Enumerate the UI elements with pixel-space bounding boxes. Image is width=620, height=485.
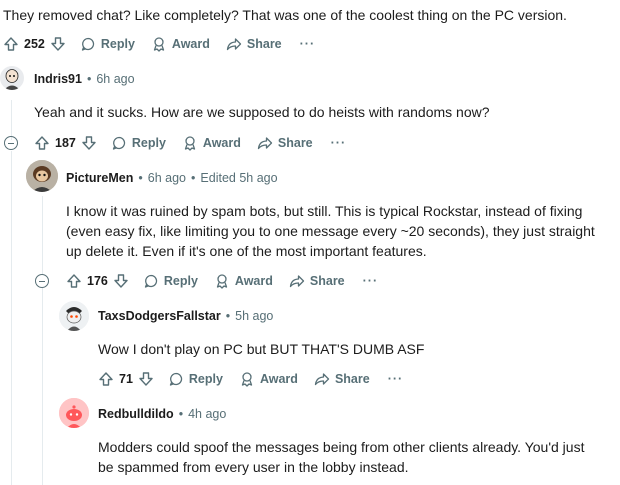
upvote-button[interactable]	[34, 135, 50, 151]
avatar[interactable]	[26, 160, 58, 192]
separator-dot: •	[86, 72, 92, 86]
reply-button[interactable]: Reply	[111, 135, 166, 151]
award-icon	[184, 136, 196, 151]
share-button[interactable]: Share	[226, 36, 282, 52]
author-name[interactable]: PictureMen	[66, 171, 133, 185]
separator-dot: •	[178, 407, 184, 421]
reply-label: Reply	[100, 37, 135, 51]
award-button[interactable]: Award	[151, 36, 210, 52]
vote-count: 187	[55, 136, 76, 150]
reply-label: Reply	[163, 274, 198, 288]
vote-count: 176	[87, 274, 108, 288]
thread-line[interactable]	[11, 100, 12, 140]
downvote-icon	[51, 37, 65, 51]
thread-line[interactable]	[42, 196, 43, 275]
thread-line[interactable]	[42, 288, 43, 485]
timestamp[interactable]: 6h ago	[96, 72, 134, 86]
more-icon[interactable]: ···	[331, 136, 347, 150]
share-button[interactable]: Share	[314, 371, 370, 387]
vote-count: 252	[24, 37, 45, 51]
separator-dot: •	[138, 171, 143, 185]
reply-label: Reply	[188, 372, 223, 386]
share-label: Share	[277, 136, 313, 150]
share-icon	[314, 373, 330, 386]
more-icon[interactable]: ···	[300, 37, 316, 51]
award-button[interactable]: Award	[214, 273, 273, 289]
comment-actions: 187 Reply Award Share ···	[34, 131, 346, 155]
reply-icon	[169, 372, 183, 386]
share-label: Share	[309, 274, 345, 288]
more-icon[interactable]: ···	[363, 274, 379, 288]
upvote-icon	[35, 136, 49, 150]
reply-button[interactable]: Reply	[80, 36, 135, 52]
upvote-button[interactable]	[3, 36, 19, 52]
reply-label: Reply	[131, 136, 166, 150]
reply-button[interactable]: Reply	[168, 371, 223, 387]
edited-timestamp: Edited 5h ago	[200, 171, 278, 185]
share-button[interactable]: Share	[257, 135, 313, 151]
comment-meta: TaxsDodgersFallstar • 5h ago	[98, 309, 273, 323]
author-name[interactable]: TaxsDodgersFallstar	[98, 309, 221, 323]
avatar[interactable]	[0, 66, 24, 90]
upvote-icon	[4, 37, 18, 51]
collapse-icon[interactable]	[4, 136, 18, 150]
vote-count: 71	[119, 372, 133, 386]
award-icon	[153, 37, 165, 52]
more-icon[interactable]: ···	[388, 372, 404, 386]
share-label: Share	[246, 37, 282, 51]
share-icon	[257, 137, 273, 150]
downvote-icon	[82, 136, 96, 150]
award-icon	[241, 372, 253, 387]
comment-body: Yeah and it sucks. How are we supposed t…	[34, 104, 490, 120]
reply-button[interactable]: Reply	[143, 273, 198, 289]
comment-body: They removed chat? Like completely? That…	[3, 7, 567, 23]
timestamp[interactable]: 5h ago	[235, 309, 273, 323]
award-label: Award	[171, 37, 210, 51]
upvote-icon	[99, 372, 113, 386]
comment-meta: Indris91 • 6h ago	[34, 72, 135, 86]
comment-meta: PictureMen • 6h ago • Edited 5h ago	[66, 171, 278, 185]
share-icon	[226, 38, 242, 51]
comment-body: Modders could spoof the messages being f…	[98, 439, 585, 475]
award-label: Award	[234, 274, 273, 288]
comment-actions: 71 Reply Award Share ···	[98, 367, 403, 391]
thread-line[interactable]	[11, 151, 12, 485]
upvote-button[interactable]	[66, 273, 82, 289]
avatar[interactable]	[59, 301, 89, 331]
timestamp[interactable]: 4h ago	[188, 407, 226, 421]
author-name[interactable]: Redbulldildo	[98, 407, 174, 421]
comment-body: Wow I don't play on PC but BUT THAT'S DU…	[98, 341, 425, 357]
share-button[interactable]: Share	[289, 273, 345, 289]
award-icon	[216, 274, 228, 289]
author-name[interactable]: Indris91	[34, 72, 82, 86]
comment-body: I know it was ruined by spam bots, but s…	[66, 203, 595, 259]
downvote-button[interactable]	[138, 371, 154, 387]
downvote-icon	[139, 372, 153, 386]
award-label: Award	[259, 372, 298, 386]
award-button[interactable]: Award	[182, 135, 241, 151]
separator-dot: •	[225, 309, 231, 323]
comment-actions: 252 Reply Award Share ···	[3, 32, 315, 56]
separator-dot: •	[191, 171, 196, 185]
downvote-button[interactable]	[81, 135, 97, 151]
upvote-button[interactable]	[98, 371, 114, 387]
timestamp[interactable]: 6h ago	[148, 171, 186, 185]
reply-icon	[144, 274, 157, 288]
avatar[interactable]	[59, 398, 89, 428]
upvote-icon	[67, 274, 81, 288]
downvote-button[interactable]	[50, 36, 66, 52]
share-icon	[289, 275, 305, 288]
collapse-icon[interactable]	[35, 274, 49, 288]
share-label: Share	[334, 372, 370, 386]
comment-actions: 176 Reply Award Share ···	[66, 269, 378, 293]
comment-meta: Redbulldildo • 4h ago	[98, 407, 226, 421]
reply-icon	[81, 37, 94, 51]
reply-icon	[112, 136, 125, 150]
downvote-button[interactable]	[113, 273, 129, 289]
downvote-icon	[114, 274, 128, 288]
award-label: Award	[202, 136, 241, 150]
award-button[interactable]: Award	[239, 371, 298, 387]
